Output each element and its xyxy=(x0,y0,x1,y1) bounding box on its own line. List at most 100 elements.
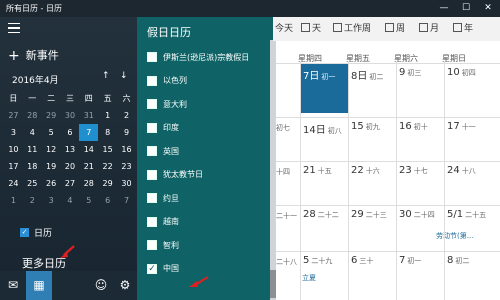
day-cell[interactable]: 17 十一 xyxy=(447,121,476,132)
mini-day[interactable]: 20 xyxy=(61,158,80,175)
checkbox-icon[interactable] xyxy=(147,216,157,227)
checkbox-icon[interactable] xyxy=(147,75,157,86)
day-cell[interactable]: 16 初十 xyxy=(399,121,428,132)
year-view-button[interactable]: 年 xyxy=(453,21,473,34)
today-button[interactable]: 今天 xyxy=(275,21,293,34)
day-cell[interactable]: 22 十六 xyxy=(351,165,380,176)
holiday-label-labor-day[interactable]: 劳动节(第... xyxy=(436,231,473,241)
mini-day[interactable]: 10 xyxy=(4,141,23,158)
previous-month-icon[interactable]: ↑ xyxy=(102,71,110,81)
mini-day[interactable]: 11 xyxy=(23,141,42,158)
holiday-calendar-option[interactable]: 越南 xyxy=(147,215,179,229)
checkbox-icon[interactable] xyxy=(147,146,157,156)
mail-icon[interactable]: ✉ xyxy=(0,271,26,300)
maximize-button[interactable]: ☐ xyxy=(456,0,476,17)
week-view-button[interactable]: 周 xyxy=(385,21,405,34)
mini-day[interactable]: 21 xyxy=(79,158,98,175)
mini-day[interactable]: 1 xyxy=(98,107,117,124)
mini-day[interactable]: 27 xyxy=(61,175,80,192)
checkbox-icon[interactable] xyxy=(147,193,157,203)
mini-day[interactable]: 4 xyxy=(23,124,42,141)
month-view-button[interactable]: 月 xyxy=(419,21,439,34)
day-cell[interactable]: 6 三十 xyxy=(351,255,373,266)
mini-day[interactable]: 23 xyxy=(117,158,136,175)
holiday-calendar-option[interactable]: ✓ 中国 xyxy=(147,262,179,276)
settings-gear-icon[interactable]: ⚙ xyxy=(112,271,138,300)
mini-day[interactable]: 8 xyxy=(98,124,117,141)
day-cell[interactable]: 14日 初八 xyxy=(303,121,342,136)
feedback-smiley-icon[interactable]: ☺ xyxy=(88,271,114,300)
day-cell[interactable]: 29 二十三 xyxy=(351,209,387,220)
mini-day[interactable]: 30 xyxy=(61,107,80,124)
holiday-calendar-option[interactable]: 意大利 xyxy=(147,97,187,111)
mini-day[interactable]: 22 xyxy=(98,158,117,175)
holiday-calendar-option[interactable]: 约旦 xyxy=(147,191,179,205)
day-cell[interactable]: 10 初四 xyxy=(447,67,476,78)
mini-day[interactable]: 9 xyxy=(117,124,136,141)
workweek-view-button[interactable]: 工作周 xyxy=(333,21,371,34)
holiday-label-lixia[interactable]: 立夏 xyxy=(302,273,316,283)
day-cell[interactable]: 15 初九 xyxy=(351,121,380,132)
calendar-toggle[interactable]: ✓ 日历 xyxy=(20,226,52,239)
day-cell[interactable]: 23 十七 xyxy=(399,165,428,176)
day-cell[interactable]: 9 初三 xyxy=(399,67,421,78)
mini-day[interactable]: 17 xyxy=(4,158,23,175)
mini-day[interactable]: 18 xyxy=(23,158,42,175)
mini-day[interactable]: 3 xyxy=(4,124,23,141)
next-month-icon[interactable]: ↓ xyxy=(120,71,128,81)
checkbox-checked-icon[interactable]: ✓ xyxy=(20,228,29,237)
mini-day[interactable]: 5 xyxy=(42,124,61,141)
day-cell[interactable]: 8日 初二 xyxy=(351,67,383,82)
mini-day[interactable]: 3 xyxy=(42,192,61,209)
holiday-calendar-option[interactable]: 犹太教节日 xyxy=(147,168,203,182)
mini-day[interactable]: 1 xyxy=(4,192,23,209)
mini-day[interactable]: 7 xyxy=(117,192,136,209)
day-cell[interactable]: 5 二十九 xyxy=(303,255,332,266)
hamburger-menu-icon[interactable] xyxy=(8,23,20,34)
day-cell[interactable]: 21 十五 xyxy=(303,165,332,176)
checkbox-icon[interactable] xyxy=(147,99,157,109)
mini-day[interactable]: 29 xyxy=(42,107,61,124)
day-cell[interactable]: 8 初二 xyxy=(447,255,469,266)
checkbox-icon[interactable] xyxy=(147,240,157,250)
mini-day[interactable]: 31 xyxy=(79,107,98,124)
mini-day-today[interactable]: 7 xyxy=(79,124,99,141)
holiday-calendar-option[interactable]: 智利 xyxy=(147,238,179,252)
checkbox-icon[interactable] xyxy=(147,122,157,133)
day-cell[interactable]: 7 初一 xyxy=(399,255,421,266)
mini-day[interactable]: 27 xyxy=(4,107,23,124)
close-button[interactable]: ✕ xyxy=(478,0,498,17)
new-event-button[interactable]: + 新事件 xyxy=(8,47,59,64)
mini-day[interactable]: 28 xyxy=(79,175,98,192)
mini-day[interactable]: 14 xyxy=(79,141,98,158)
day-view-button[interactable]: 天 xyxy=(301,21,321,34)
mini-day[interactable]: 19 xyxy=(42,158,61,175)
holiday-calendar-option[interactable]: 印度 xyxy=(147,121,179,135)
mini-day[interactable]: 30 xyxy=(117,175,136,192)
mini-day[interactable]: 13 xyxy=(61,141,80,158)
mini-day[interactable]: 26 xyxy=(42,175,61,192)
day-cell-today[interactable]: 7日 初一 xyxy=(303,67,335,82)
mini-day[interactable]: 2 xyxy=(117,107,136,124)
mini-day[interactable]: 6 xyxy=(61,124,80,141)
mini-day[interactable]: 29 xyxy=(98,175,117,192)
mini-day[interactable]: 24 xyxy=(4,175,23,192)
calendar-app-icon[interactable]: ▦ xyxy=(26,271,52,300)
mini-day[interactable]: 6 xyxy=(98,192,117,209)
checkbox-icon[interactable] xyxy=(147,169,157,180)
mini-day[interactable]: 12 xyxy=(42,141,61,158)
mini-day[interactable]: 28 xyxy=(23,107,42,124)
day-cell[interactable]: 30 二十四 xyxy=(399,209,435,220)
day-cell[interactable]: 28 二十二 xyxy=(303,209,339,220)
mini-day[interactable]: 4 xyxy=(61,192,80,209)
holiday-calendar-option[interactable]: 以色列 xyxy=(147,74,187,88)
mini-day[interactable]: 2 xyxy=(23,192,42,209)
checkbox-checked-icon[interactable]: ✓ xyxy=(147,263,157,274)
checkbox-icon[interactable] xyxy=(147,52,157,62)
day-cell[interactable]: 24 十八 xyxy=(447,165,476,176)
minimize-button[interactable]: — xyxy=(434,0,454,17)
mini-day[interactable]: 5 xyxy=(79,192,98,209)
holiday-calendar-option[interactable]: 伊斯兰(逊尼派)宗教假日 xyxy=(147,50,249,64)
holiday-calendar-option[interactable]: 英国 xyxy=(147,144,179,158)
mini-day[interactable]: 15 xyxy=(98,141,117,158)
